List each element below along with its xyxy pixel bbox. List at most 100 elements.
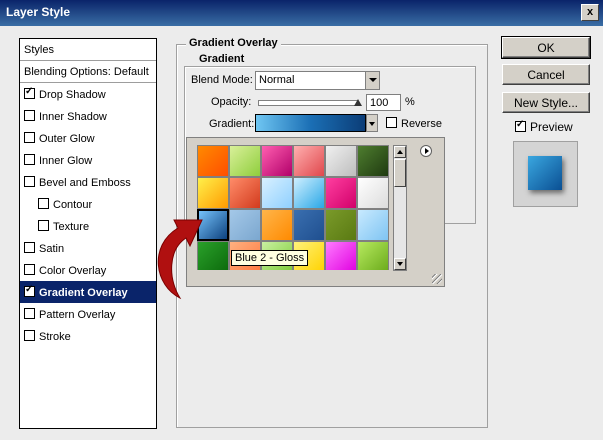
style-item-styles[interactable]: Styles [20, 39, 156, 61]
gradient-swatch[interactable] [357, 177, 389, 209]
gradient-overlay-title: Gradient Overlay [186, 37, 281, 49]
style-item-stroke[interactable]: Stroke [20, 325, 156, 347]
cancel-button[interactable]: Cancel [502, 64, 590, 85]
gradient-swatch[interactable] [197, 145, 229, 177]
style-checkbox[interactable] [24, 284, 35, 297]
scroll-down-button[interactable] [394, 258, 406, 270]
style-item-bevel-and-emboss[interactable]: Bevel and Emboss [20, 171, 156, 193]
style-checkbox[interactable] [24, 308, 35, 319]
style-item-label: Styles [24, 44, 54, 56]
gradient-swatch[interactable] [261, 177, 293, 209]
swatch-tooltip: Blue 2 - Gloss [231, 250, 309, 266]
opacity-unit: % [405, 96, 415, 108]
swatch-scrollbar[interactable] [393, 145, 407, 271]
style-item-texture[interactable]: Texture [20, 215, 156, 237]
style-item-gradient-overlay[interactable]: Gradient Overlay [20, 281, 156, 303]
style-preview-thumbnail [513, 141, 578, 207]
gradient-dropdown-button[interactable] [366, 114, 378, 132]
style-item-label: Contour [53, 199, 93, 211]
chevron-down-icon [365, 72, 379, 89]
gradient-swatch[interactable] [197, 177, 229, 209]
style-item-label: Color Overlay [39, 265, 107, 277]
style-checkbox[interactable] [24, 330, 35, 341]
style-item-label: Gradient Overlay [39, 287, 128, 299]
style-item-label: Blending Options: Default [24, 66, 149, 78]
red-arrow-annotation [157, 219, 203, 300]
gradient-swatch[interactable] [325, 145, 357, 177]
style-item-contour[interactable]: Contour [20, 193, 156, 215]
style-item-label: Pattern Overlay [39, 309, 116, 321]
style-item-drop-shadow[interactable]: Drop Shadow [20, 83, 156, 105]
style-checkbox[interactable] [24, 110, 35, 121]
gradient-swatch[interactable] [325, 209, 357, 241]
flyout-menu-icon[interactable] [420, 145, 432, 157]
gradient-swatch[interactable] [229, 209, 261, 241]
gradient-swatch[interactable] [261, 209, 293, 241]
style-item-label: Stroke [39, 331, 71, 343]
new-style-button[interactable]: New Style... [502, 92, 590, 113]
style-checkbox[interactable] [24, 132, 35, 143]
gradient-swatch[interactable] [229, 145, 261, 177]
gradient-swatch[interactable] [325, 241, 357, 270]
reverse-checkbox[interactable]: Reverse [386, 117, 442, 130]
gradient-swatch[interactable] [261, 145, 293, 177]
style-checkbox[interactable] [24, 264, 35, 275]
preview-checkbox-box[interactable] [515, 119, 526, 132]
style-item-label: Texture [53, 221, 90, 233]
window-title: Layer Style [6, 5, 71, 19]
scroll-up-button[interactable] [394, 146, 406, 158]
style-item-label: Drop Shadow [39, 89, 106, 101]
gradient-preview-bar[interactable] [255, 114, 366, 132]
style-item-color-overlay[interactable]: Color Overlay [20, 259, 156, 281]
gradient-swatch[interactable] [293, 145, 325, 177]
style-item-satin[interactable]: Satin [20, 237, 156, 259]
opacity-slider-thumb[interactable] [354, 99, 362, 106]
style-checkbox[interactable] [24, 86, 35, 99]
resize-grip-icon[interactable] [432, 274, 442, 284]
style-checkbox[interactable] [38, 220, 49, 231]
reverse-checkbox-box[interactable] [386, 117, 397, 128]
chevron-down-icon [369, 122, 375, 126]
close-button[interactable]: x [581, 4, 599, 21]
style-item-label: Bevel and Emboss [39, 177, 131, 189]
preview-square [528, 156, 562, 190]
gradient-swatch[interactable] [325, 177, 357, 209]
gradient-swatch[interactable] [293, 209, 325, 241]
gradient-subgroup-title: Gradient [196, 53, 248, 65]
style-item-outer-glow[interactable]: Outer Glow [20, 127, 156, 149]
blend-mode-value: Normal [259, 74, 295, 86]
style-item-inner-glow[interactable]: Inner Glow [20, 149, 156, 171]
opacity-slider-track[interactable] [258, 100, 358, 106]
opacity-value: 100 [370, 97, 389, 109]
style-checkbox[interactable] [24, 154, 35, 165]
gradient-picker-popup [186, 137, 445, 287]
red-arrow-shape [157, 219, 203, 300]
style-item-label: Satin [39, 243, 65, 255]
reverse-label: Reverse [401, 118, 442, 130]
style-item-inner-shadow[interactable]: Inner Shadow [20, 105, 156, 127]
scroll-thumb[interactable] [394, 159, 406, 187]
gradient-swatch[interactable] [357, 209, 389, 241]
style-checkbox[interactable] [24, 176, 35, 187]
title-bar: Layer Style x [0, 0, 603, 26]
blend-mode-select[interactable]: Normal [255, 71, 380, 90]
preview-checkbox[interactable]: Preview [515, 119, 573, 134]
style-item-label: Outer Glow [39, 133, 95, 145]
blend-mode-label: Blend Mode: [191, 74, 253, 86]
style-item-label: Inner Glow [39, 155, 93, 167]
gradient-swatch[interactable] [229, 177, 261, 209]
style-item-pattern-overlay[interactable]: Pattern Overlay [20, 303, 156, 325]
preview-label: Preview [530, 120, 573, 134]
styles-list: Styles Blending Options: Default Drop Shad… [19, 38, 157, 429]
style-checkbox[interactable] [24, 242, 35, 253]
ok-button[interactable]: OK [501, 36, 591, 59]
gradient-swatch[interactable] [357, 241, 389, 270]
style-checkbox[interactable] [38, 198, 49, 209]
style-item-blending-options-default[interactable]: Blending Options: Default [20, 61, 156, 83]
style-item-label: Inner Shadow [39, 111, 107, 123]
opacity-label: Opacity: [211, 96, 252, 108]
gradient-swatch[interactable] [357, 145, 389, 177]
opacity-input[interactable]: 100 [366, 94, 401, 111]
gradient-swatch[interactable] [293, 177, 325, 209]
gradient-label: Gradient: [209, 118, 255, 130]
